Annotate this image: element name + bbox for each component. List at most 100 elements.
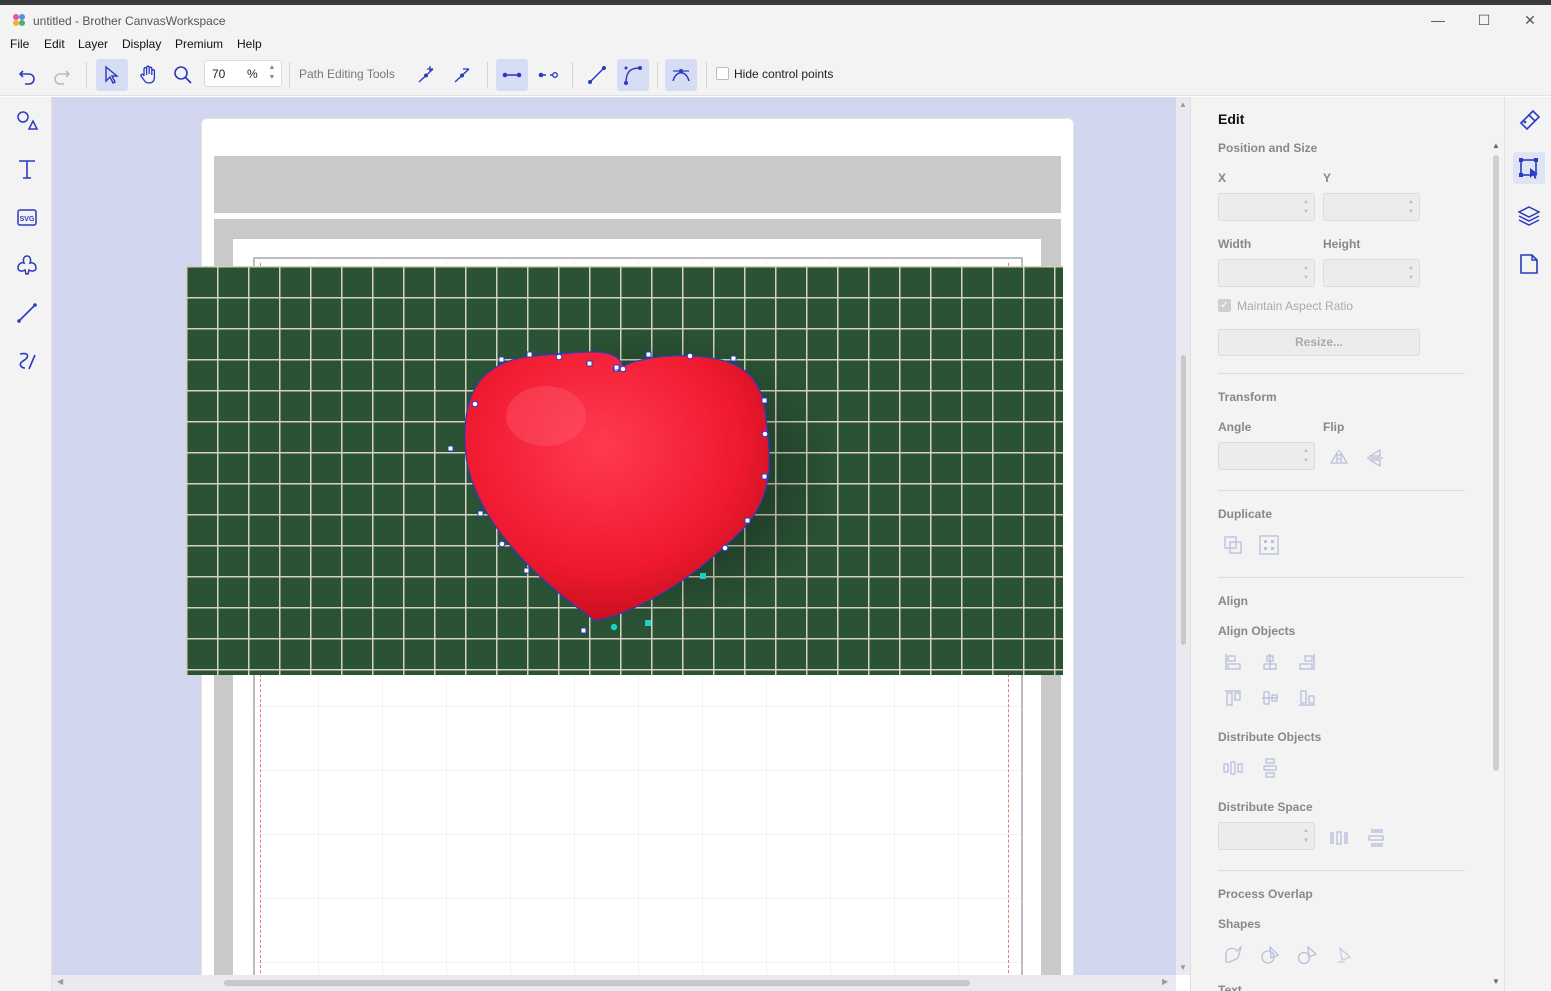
align-bottom-button[interactable] <box>1294 685 1320 711</box>
undo-button[interactable] <box>11 59 43 91</box>
add-node-icon <box>418 66 434 83</box>
y-stepper[interactable]: ▲ ▼ <box>1406 197 1416 217</box>
align-middle-icon <box>1262 691 1278 705</box>
distribute-space-stepper[interactable]: ▲ ▼ <box>1301 826 1311 846</box>
height-field[interactable]: ▲ ▼ <box>1323 259 1420 287</box>
menu-edit[interactable]: Edit <box>44 37 65 51</box>
space-vertical-icon <box>1368 829 1384 847</box>
zoom-value[interactable]: 70 <box>212 67 225 81</box>
panel-scroll-down-icon[interactable]: ▼ <box>1492 977 1500 986</box>
align-middle-button[interactable] <box>1257 685 1283 711</box>
align-left-icon <box>1225 654 1241 670</box>
zoom-stepper[interactable]: ▲ ▼ <box>265 63 279 84</box>
delete-node-button[interactable] <box>446 59 478 91</box>
zoom-field[interactable]: 70 % ▲ ▼ <box>204 60 282 87</box>
x-field[interactable]: ▲ ▼ <box>1218 193 1315 221</box>
select-tool-button[interactable] <box>96 59 128 91</box>
menu-layer[interactable]: Layer <box>78 37 108 51</box>
svg-import-button[interactable]: SVG <box>11 201 43 233</box>
maintain-aspect-label[interactable]: Maintain Aspect Ratio <box>1237 299 1353 313</box>
layers-tab[interactable] <box>1513 200 1545 232</box>
menu-display[interactable]: Display <box>122 37 161 51</box>
app-window: untitled - Brother CanvasWorkspace — ☐ ✕… <box>0 0 1551 991</box>
width-field[interactable]: ▲ ▼ <box>1218 259 1315 287</box>
curve-segment-icon <box>624 66 642 85</box>
multi-duplicate-button[interactable] <box>1256 532 1282 558</box>
edit-tab[interactable] <box>1513 152 1545 184</box>
align-top-button[interactable] <box>1220 685 1246 711</box>
paint-tab[interactable] <box>1513 105 1545 137</box>
x-stepper[interactable]: ▲ ▼ <box>1301 197 1311 217</box>
maximize-button[interactable]: ☐ <box>1461 5 1507 35</box>
y-field[interactable]: ▲ ▼ <box>1323 193 1420 221</box>
join-nodes-button[interactable] <box>496 59 528 91</box>
position-size-heading: Position and Size <box>1218 141 1318 155</box>
minimize-button[interactable]: — <box>1415 5 1461 35</box>
menu-file[interactable]: File <box>10 37 29 51</box>
space-horizontal-button[interactable] <box>1326 825 1352 851</box>
redo-button[interactable] <box>46 59 78 91</box>
flip-vertical-button[interactable] <box>1362 445 1388 471</box>
zoom-tool-button[interactable] <box>167 59 199 91</box>
panel-scrollbar[interactable]: ▲ ▼ <box>1491 141 1501 991</box>
canvas-horizontal-scrollbar[interactable]: ◀ ▶ <box>52 975 1176 991</box>
shapes-tool-button[interactable] <box>11 105 43 137</box>
align-center-button[interactable] <box>1257 649 1283 675</box>
page-tab[interactable] <box>1513 248 1545 280</box>
angle-label: Angle <box>1218 420 1252 434</box>
panel-scroll-thumb[interactable] <box>1493 155 1499 771</box>
hide-control-points-label[interactable]: Hide control points <box>734 67 833 81</box>
vertical-scroll-thumb[interactable] <box>1181 355 1186 645</box>
distribute-horizontal-button[interactable] <box>1220 755 1246 781</box>
intersect-button[interactable] <box>1294 942 1320 968</box>
group-overlap-button[interactable] <box>1257 942 1283 968</box>
svg-icon: SVG <box>17 209 37 226</box>
curve-segment-button[interactable] <box>617 59 649 91</box>
heart-photo-image[interactable] <box>186 266 1063 675</box>
exclude-icon <box>1338 946 1352 963</box>
canvas-area[interactable] <box>52 97 1176 975</box>
straight-segment-button[interactable] <box>581 59 613 91</box>
width-stepper[interactable]: ▲ ▼ <box>1301 263 1311 283</box>
hide-control-points-checkbox[interactable] <box>716 67 729 80</box>
resize-button[interactable]: Resize... <box>1218 329 1420 356</box>
height-stepper[interactable]: ▲ ▼ <box>1406 263 1416 283</box>
menu-premium[interactable]: Premium <box>175 37 223 51</box>
edit-panel: Edit Position and Size X Y ▲ ▼ ▲ ▼ Width H… <box>1190 97 1504 991</box>
x-label: X <box>1218 171 1227 185</box>
horizontal-scroll-thumb[interactable] <box>224 980 970 986</box>
duplicate-button[interactable] <box>1220 532 1246 558</box>
align-left-button[interactable] <box>1220 649 1246 675</box>
menu-help[interactable]: Help <box>237 37 262 51</box>
exclude-button[interactable] <box>1331 942 1357 968</box>
angle-stepper[interactable]: ▲ ▼ <box>1301 446 1311 466</box>
scroll-down-icon[interactable]: ▼ <box>1179 963 1187 972</box>
flip-horizontal-button[interactable] <box>1326 445 1352 471</box>
shapes-icon <box>17 111 39 130</box>
canvas-vertical-scrollbar[interactable]: ▲ ▼ <box>1176 97 1190 975</box>
maintain-aspect-checkbox[interactable]: ✓ <box>1218 299 1231 312</box>
weld-button[interactable] <box>1220 942 1246 968</box>
distribute-vertical-button[interactable] <box>1257 755 1283 781</box>
space-vertical-button[interactable] <box>1362 825 1388 851</box>
freehand-tool-button[interactable] <box>11 345 43 377</box>
angle-field[interactable]: ▲ ▼ <box>1218 442 1315 470</box>
scroll-left-icon[interactable]: ◀ <box>57 977 63 986</box>
close-icon: ✕ <box>1524 11 1536 28</box>
text-tool-button[interactable] <box>11 153 43 185</box>
distribute-space-field[interactable]: ▲ ▼ <box>1218 822 1315 850</box>
break-node-button[interactable] <box>532 59 564 91</box>
line-tool-button[interactable] <box>11 297 43 329</box>
align-objects-heading: Align Objects <box>1218 624 1296 638</box>
scroll-right-icon[interactable]: ▶ <box>1162 977 1168 986</box>
distribute-space-heading: Distribute Space <box>1218 800 1313 814</box>
smooth-node-button[interactable] <box>665 59 697 91</box>
intersect-icon <box>1297 945 1318 965</box>
panel-scroll-up-icon[interactable]: ▲ <box>1492 141 1500 150</box>
add-node-button[interactable] <box>410 59 442 91</box>
close-button[interactable]: ✕ <box>1507 5 1551 35</box>
pan-tool-button[interactable] <box>132 59 164 91</box>
align-right-button[interactable] <box>1294 649 1320 675</box>
scroll-up-icon[interactable]: ▲ <box>1179 100 1187 109</box>
pattern-tool-button[interactable] <box>11 249 43 281</box>
